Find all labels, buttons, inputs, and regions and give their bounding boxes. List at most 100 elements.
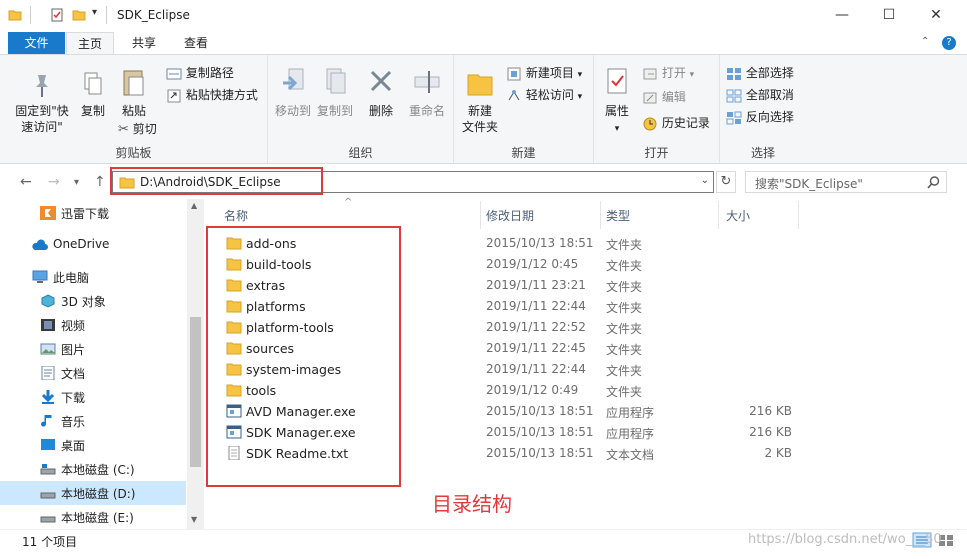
delete-button[interactable]: 删除 — [366, 67, 396, 119]
open-group-label: 打开 — [644, 146, 669, 160]
file-type: 文件夹 — [606, 280, 643, 294]
file-type: 文件夹 — [606, 301, 643, 315]
up-button[interactable]: ↑ — [94, 174, 106, 190]
recent-locations-icon[interactable]: ▾ — [74, 177, 79, 188]
file-date: 2019/1/11 23:21 — [486, 278, 586, 292]
column-divider[interactable] — [798, 201, 799, 229]
computer-icon — [32, 270, 48, 283]
properties-icon[interactable] — [50, 8, 64, 22]
easy-access-button[interactable]: 轻松访问 ▾ — [506, 85, 582, 105]
invert-selection-button[interactable]: 反向选择 — [726, 107, 794, 127]
dropdown-arrow-icon: ▾ — [689, 70, 695, 80]
sidebar-item-3d-objects[interactable]: 3D 对象 — [0, 289, 186, 313]
history-button[interactable]: 历史记录 — [642, 113, 710, 133]
copy-path-icon — [166, 68, 182, 79]
paste-shortcut-button[interactable]: 粘贴快捷方式 — [166, 85, 258, 105]
tab-share[interactable]: 共享 — [120, 32, 168, 54]
select-all-icon — [727, 67, 741, 80]
close-button[interactable]: ✕ — [916, 4, 956, 28]
rename-button[interactable]: 重命名 — [406, 67, 448, 119]
cut-button[interactable]: ✂ 剪切 — [118, 119, 157, 139]
select-none-button[interactable]: 全部取消 — [726, 85, 794, 105]
column-header-size[interactable]: 大小 — [726, 207, 750, 227]
help-icon[interactable]: ? — [942, 36, 956, 50]
window-title: SDK_Eclipse — [117, 8, 190, 22]
scroll-down-icon[interactable]: ▼ — [191, 515, 197, 524]
paste-shortcut-icon — [167, 89, 181, 102]
edit-button[interactable]: 编辑 — [642, 87, 686, 107]
file-date: 2019/1/11 22:45 — [486, 341, 586, 355]
sidebar-item-drive-e[interactable]: 本地磁盘 (E:) — [0, 505, 186, 529]
download-icon — [41, 390, 55, 404]
invert-selection-icon — [726, 111, 742, 124]
file-date: 2019/1/12 0:45 — [486, 257, 579, 271]
sidebar-item-onedrive[interactable]: OneDrive — [0, 233, 186, 257]
sidebar-item-videos[interactable]: 视频 — [0, 313, 186, 337]
file-date: 2015/10/13 18:51 — [486, 446, 594, 460]
sidebar-item-this-pc[interactable]: 此电脑 — [0, 265, 186, 289]
search-icon — [927, 176, 940, 189]
file-size: 216 KB — [749, 404, 792, 418]
copy-button[interactable]: 复制 — [76, 71, 110, 119]
collapse-ribbon-icon[interactable]: ⌃ — [921, 36, 929, 47]
scroll-up-icon[interactable]: ▲ — [191, 201, 197, 210]
back-button[interactable]: ← — [20, 174, 32, 190]
sidebar-item-documents[interactable]: 文档 — [0, 361, 186, 385]
select-all-button[interactable]: 全部选择 — [726, 63, 794, 83]
files-highlight-box — [206, 226, 401, 487]
file-date: 2015/10/13 18:51 — [486, 425, 594, 439]
select-group-label: 选择 — [750, 146, 775, 160]
file-type: 文件夹 — [606, 364, 643, 378]
column-header-name[interactable]: 名称 — [224, 207, 248, 227]
forward-button[interactable]: → — [48, 174, 60, 190]
sidebar-item-xunlei[interactable]: 迅雷下载 — [0, 201, 186, 225]
file-date: 2019/1/12 0:49 — [486, 383, 579, 397]
tab-home[interactable]: 主页 — [66, 32, 114, 54]
minimize-button[interactable]: — — [822, 4, 862, 28]
edit-icon — [643, 92, 657, 103]
paste-button[interactable]: 粘贴 — [116, 67, 152, 119]
sidebar-item-drive-d[interactable]: 本地磁盘 (D:) — [0, 481, 186, 505]
sidebar-item-pictures[interactable]: 图片 — [0, 337, 186, 361]
chevron-down-icon[interactable]: ⌄ — [701, 175, 709, 186]
delete-icon — [370, 70, 392, 92]
sidebar-item-drive-c[interactable]: 本地磁盘 (C:) — [0, 457, 186, 481]
column-header-date[interactable]: 修改日期 — [486, 207, 534, 227]
file-date: 2019/1/11 22:52 — [486, 320, 586, 334]
move-to-button[interactable]: 移动到 — [274, 67, 312, 119]
column-header-type[interactable]: 类型 — [606, 207, 630, 227]
copy-to-button[interactable]: 复制到 — [316, 67, 354, 119]
address-highlight-box — [110, 167, 323, 195]
column-divider[interactable] — [600, 201, 601, 229]
item-count: 11 个项目 — [22, 535, 78, 549]
xunlei-icon — [40, 206, 56, 220]
file-size: 2 KB — [764, 446, 792, 460]
divider — [30, 6, 31, 24]
file-type: 文件夹 — [606, 322, 643, 336]
search-input[interactable]: 搜索"SDK_Eclipse" — [745, 171, 947, 193]
tab-view[interactable]: 查看 — [172, 32, 220, 54]
new-group: 新建 文件夹 新建项目 ▾ 轻松访问 ▾ 新建 — [454, 55, 594, 163]
new-folder-button[interactable]: 新建 文件夹 — [460, 67, 500, 135]
open-button[interactable]: 打开 ▾ — [642, 63, 694, 83]
pin-quick-access-button[interactable]: 固定到"快速访问" — [10, 71, 74, 135]
navigation-pane: 迅雷下载 OneDrive 此电脑 3D 对象 视频 图片 文档 下载 音乐 桌… — [0, 199, 204, 529]
folder-icon — [8, 10, 22, 21]
sidebar-scrollbar[interactable]: ▲ ▼ — [187, 199, 204, 529]
chevron-down-icon[interactable]: ▾ — [92, 7, 97, 18]
sidebar-item-music[interactable]: 音乐 — [0, 409, 186, 433]
sidebar-item-desktop[interactable]: 桌面 — [0, 433, 186, 457]
scrollbar-thumb[interactable] — [190, 317, 201, 467]
copy-path-button[interactable]: 复制路径 — [166, 63, 234, 83]
column-divider[interactable] — [480, 201, 481, 229]
maximize-button[interactable]: ☐ — [869, 4, 909, 28]
new-item-button[interactable]: 新建项目 ▾ — [506, 63, 582, 83]
refresh-button[interactable]: ↻ — [716, 171, 736, 193]
new-folder-icon[interactable] — [72, 8, 86, 22]
properties-button[interactable]: 属性 ▾ — [600, 67, 634, 137]
tab-file[interactable]: 文件 — [8, 32, 65, 54]
sidebar-item-downloads[interactable]: 下载 — [0, 385, 186, 409]
column-divider[interactable] — [718, 201, 719, 229]
clipboard-group-label: 剪贴板 — [115, 146, 152, 160]
annotation-label: 目录结构 — [432, 492, 512, 516]
